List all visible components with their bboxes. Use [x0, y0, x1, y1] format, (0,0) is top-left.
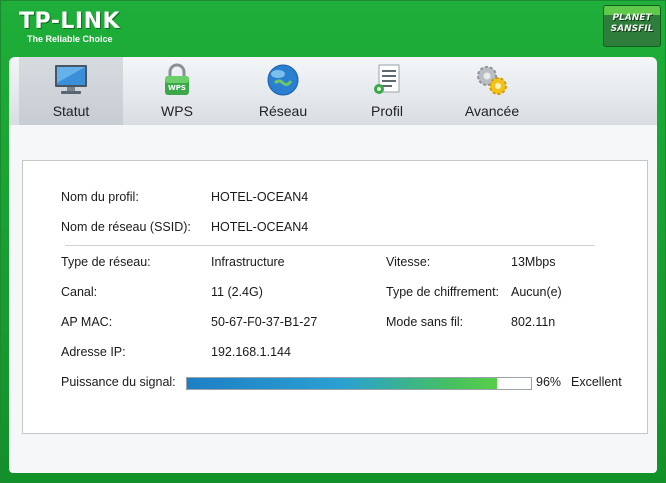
profile-document-icon [374, 64, 400, 94]
tab-label-avancee: Avancée [464, 103, 520, 119]
tab-reseau[interactable]: Réseau [231, 57, 335, 125]
app-window: TP-LINK The Reliable Choice PLANET SANSF… [0, 0, 666, 483]
badge-line-1: PLANET [612, 13, 652, 23]
badge-line-2: SANSFIL [610, 24, 654, 34]
logo-tagline: The Reliable Choice [27, 34, 113, 44]
speed-value: 13Mbps [511, 255, 556, 269]
channel-value: 11 (2.4G) [211, 285, 263, 299]
wireless-mode-label: Mode sans fil: [386, 315, 464, 329]
channel-label: Canal: [61, 285, 98, 299]
ip-address-label: Adresse IP: [61, 345, 126, 359]
header-bar: TP-LINK The Reliable Choice PLANET SANSF… [1, 1, 665, 59]
tab-label-profil: Profil [371, 103, 403, 119]
globe-icon [267, 64, 299, 96]
ap-mac-value: 50-67-F0-37-B1-27 [211, 315, 318, 329]
planet-sansfil-logo: PLANET SANSFIL [603, 5, 661, 47]
monitor-icon [55, 65, 87, 94]
ap-mac-label: AP MAC: [61, 315, 113, 329]
wireless-mode-value: 802.11n [511, 315, 556, 329]
main-toolbar: Statut WPS WPS Réseau Profil Avancée [9, 57, 657, 125]
ssid-value: HOTEL-OCEAN4 [211, 220, 309, 234]
signal-percent: 96% [536, 375, 562, 389]
tab-avancee[interactable]: Avancée [440, 57, 544, 125]
profile-name-value: HOTEL-OCEAN4 [211, 190, 309, 204]
content-area: Nom du profil: HOTEL-OCEAN4 Nom de résea… [9, 125, 657, 473]
tab-profil[interactable]: Profil [335, 57, 439, 125]
signal-quality: Excellent [571, 375, 622, 389]
speed-label: Vitesse: [386, 255, 431, 269]
tab-label-reseau: Réseau [258, 103, 308, 119]
signal-strength-label: Puissance du signal: [61, 375, 176, 389]
divider [65, 245, 595, 246]
svg-text:WPS: WPS [168, 84, 186, 92]
tab-statut[interactable]: Statut [19, 57, 123, 125]
ip-address-value: 192.168.1.144 [211, 345, 291, 359]
signal-strength-fill [187, 378, 497, 389]
encryption-label: Type de chiffrement: [386, 285, 500, 299]
tab-label-wps: WPS [161, 103, 193, 119]
status-panel: Nom du profil: HOTEL-OCEAN4 Nom de résea… [22, 160, 648, 434]
tp-link-logo: TP-LINK The Reliable Choice [19, 9, 120, 44]
gears-icon [477, 66, 507, 95]
tab-label-statut: Statut [52, 103, 90, 119]
badge-text: PLANET SANSFIL [604, 13, 660, 35]
network-type-value: Infrastructure [211, 255, 285, 269]
network-type-label: Type de réseau: [61, 255, 151, 269]
signal-strength-bar [186, 377, 532, 390]
wps-lock-icon: WPS [165, 63, 189, 95]
encryption-value: Aucun(e) [511, 285, 562, 299]
logo-text: TP-LINK [19, 9, 121, 34]
ssid-label: Nom de réseau (SSID): [61, 220, 191, 234]
profile-name-label: Nom du profil: [61, 190, 139, 204]
tab-wps[interactable]: WPS WPS [125, 57, 229, 125]
